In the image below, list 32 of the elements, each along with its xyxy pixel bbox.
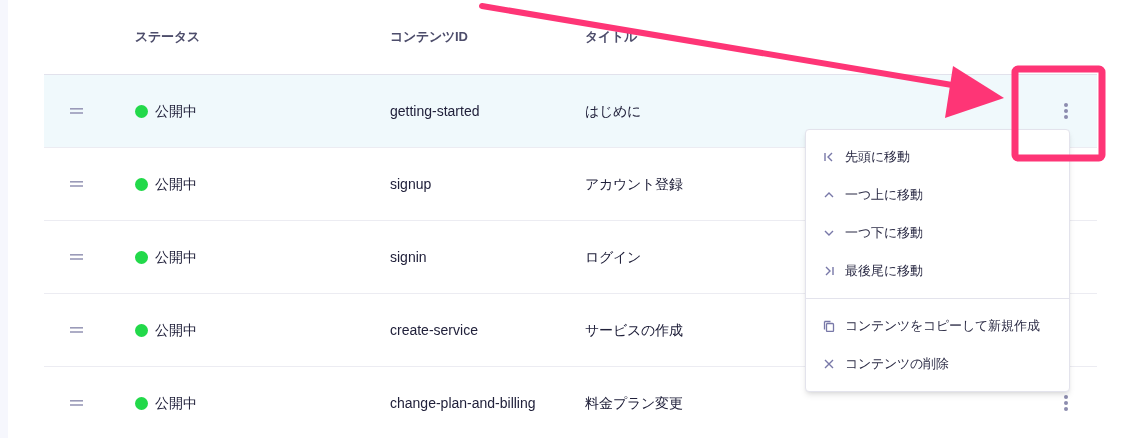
content-id: change-plan-and-billing bbox=[390, 394, 536, 411]
close-icon bbox=[823, 358, 835, 370]
menu-item[interactable]: 最後尾に移動 bbox=[806, 252, 1069, 290]
last-icon bbox=[823, 265, 835, 277]
content-id: signin bbox=[390, 248, 427, 265]
content-title: ログイン bbox=[585, 248, 641, 265]
more-options-icon[interactable] bbox=[1063, 394, 1069, 412]
status-label: 公開中 bbox=[155, 174, 197, 194]
status-label: 公開中 bbox=[155, 320, 197, 340]
content-title: 料金プラン変更 bbox=[585, 394, 683, 411]
content-id: signup bbox=[390, 175, 432, 192]
more-options-icon[interactable] bbox=[1063, 102, 1069, 120]
drag-handle-icon[interactable] bbox=[70, 400, 83, 406]
menu-item[interactable]: 一つ上に移動 bbox=[806, 176, 1069, 214]
column-header: コンテンツID bbox=[390, 29, 468, 45]
content-id: create-service bbox=[390, 321, 478, 338]
menu-item[interactable]: コンテンツをコピーして新規作成 bbox=[806, 307, 1069, 345]
copy-icon bbox=[823, 320, 835, 332]
drag-handle-icon[interactable] bbox=[70, 181, 83, 187]
content-title: はじめに bbox=[585, 102, 641, 119]
selected-table-row[interactable]: 公開中 getting-started はじめに bbox=[44, 75, 1097, 148]
drag-handle-icon[interactable] bbox=[70, 327, 83, 333]
content-id: getting-started bbox=[390, 102, 480, 119]
status-label: 公開中 bbox=[155, 247, 197, 267]
first-icon bbox=[823, 151, 835, 163]
status-label: 公開中 bbox=[155, 101, 197, 121]
column-header: ステータス bbox=[135, 29, 200, 45]
content-title: サービスの作成 bbox=[585, 321, 683, 338]
drag-handle-icon[interactable] bbox=[70, 254, 83, 260]
drag-handle-icon[interactable] bbox=[70, 108, 83, 114]
content-title: アカウント登録 bbox=[585, 175, 683, 192]
status-label: 公開中 bbox=[155, 393, 197, 413]
